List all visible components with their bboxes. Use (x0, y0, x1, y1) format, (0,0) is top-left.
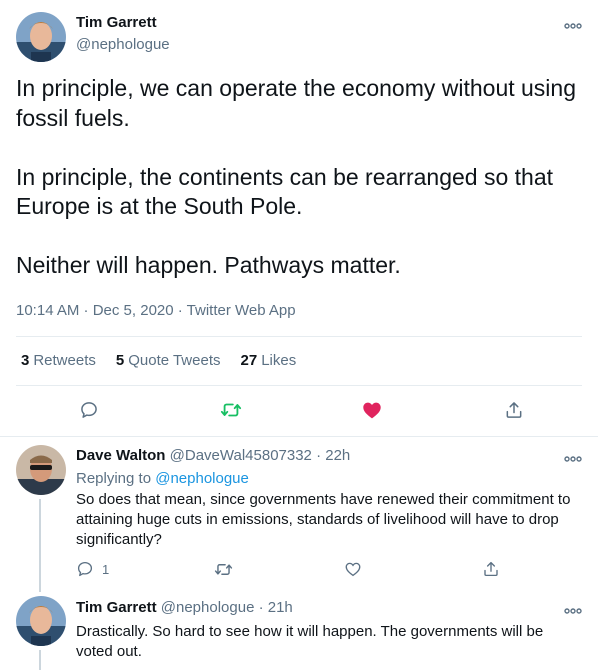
retweet-button[interactable] (219, 398, 243, 422)
likes-stat[interactable]: 27 Likes (241, 352, 297, 369)
reply-text: So does that mean, since governments hav… (76, 491, 571, 548)
more-options-icon[interactable] (564, 451, 582, 462)
reply-text: Drastically. So hard to see how it will … (76, 623, 544, 660)
author-name[interactable]: Tim Garrett (76, 14, 157, 31)
reply-author-avatar[interactable] (16, 596, 66, 646)
more-options-icon[interactable] (564, 18, 582, 29)
heart-filled-icon (363, 402, 381, 419)
tweet-text: In principle, we can operate the economy… (16, 74, 582, 281)
retweets-stat[interactable]: 3 Retweets (21, 352, 96, 369)
tweet-paragraph: In principle, we can operate the economy… (16, 75, 576, 131)
reply-author-name[interactable]: Dave Walton (76, 447, 165, 464)
share-button[interactable] (502, 398, 526, 422)
reply-button[interactable]: 1 (76, 559, 109, 579)
reply-icon (81, 402, 97, 418)
reply-button[interactable] (77, 398, 101, 422)
thread-line (39, 499, 41, 592)
reply-actions: 1 (76, 557, 506, 581)
replying-to-link[interactable]: @nephologue (155, 470, 249, 487)
tweet-timestamp[interactable]: 10:14 AM · Dec 5, 2020 · Twitter Web App (16, 302, 296, 319)
reply-header: Dave Walton @DaveWal45807332 · 22h (76, 447, 350, 464)
retweet-icon (220, 403, 242, 417)
reply-author-name[interactable]: Tim Garrett (76, 599, 157, 616)
reply-tweet[interactable]: Dave Walton @DaveWal45807332 · 22h Reply… (0, 437, 598, 592)
share-icon (506, 402, 522, 418)
replying-to-label: Replying to (76, 470, 152, 487)
main-tweet: Tim Garrett @nephologue In principle, we… (0, 0, 598, 437)
reply-author-handle[interactable]: @DaveWal45807332 (170, 447, 312, 464)
reply-count: 1 (102, 561, 110, 577)
retweet-button[interactable] (214, 559, 233, 579)
reply-time[interactable]: · 21h (259, 599, 293, 616)
tweet-paragraph: In principle, the continents can be rear… (16, 163, 554, 220)
replying-to: Replying to @nephologue (76, 470, 249, 487)
reply-author-handle[interactable]: @nephologue (161, 599, 255, 616)
reply-header: Tim Garrett @nephologue · 21h (76, 599, 293, 616)
author-handle[interactable]: @nephologue (76, 36, 170, 53)
tweet-paragraph: Neither will happen. Pathways matter. (16, 252, 401, 278)
thread-line (39, 650, 41, 670)
reply-icon (77, 561, 93, 577)
reply-tweet[interactable]: Tim Garrett @nephologue · 21h Drasticall… (0, 592, 598, 670)
like-button[interactable] (360, 398, 384, 422)
share-button[interactable] (482, 559, 500, 579)
quote-tweets-stat[interactable]: 5 Quote Tweets (116, 352, 221, 369)
like-button[interactable] (344, 559, 362, 579)
divider (16, 336, 582, 337)
reply-time[interactable]: · 22h (316, 447, 350, 464)
heart-icon (345, 562, 361, 577)
author-avatar[interactable] (16, 12, 66, 62)
share-icon (484, 561, 498, 577)
tweet-stats: 3 Retweets 5 Quote Tweets 27 Likes (21, 352, 296, 369)
divider (16, 385, 582, 386)
retweet-icon (214, 563, 233, 575)
reply-author-avatar[interactable] (16, 445, 66, 495)
more-options-icon[interactable] (564, 603, 582, 614)
avatar-image (16, 445, 66, 495)
avatar-image (16, 12, 66, 62)
avatar-image (16, 596, 66, 646)
